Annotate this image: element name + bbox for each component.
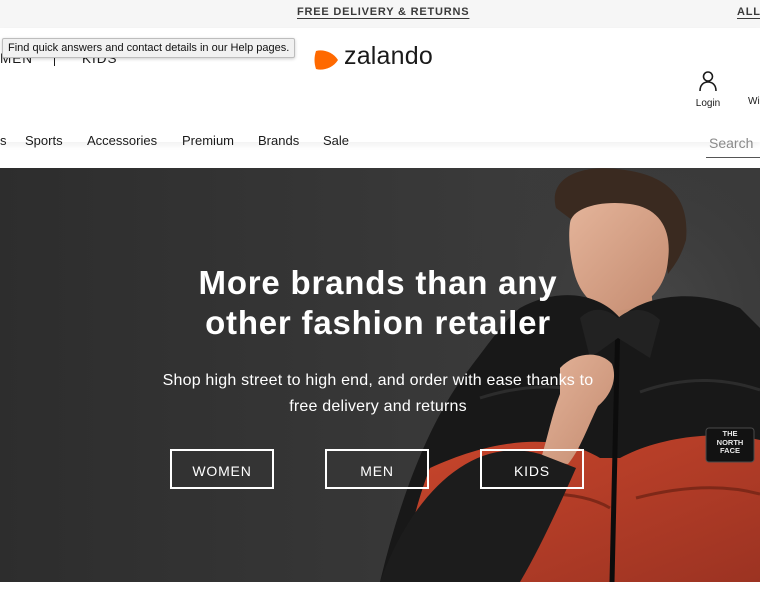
hero-banner[interactable]: THE NORTH FACE More brands than any othe… [0,168,760,582]
patch-line-3: FACE [719,446,740,455]
jacket-logo-patch: THE NORTH FACE [706,429,754,456]
search-input[interactable] [706,135,760,151]
nav-item-premium[interactable]: Premium [182,133,234,148]
nav-item-brands[interactable]: Brands [258,133,299,148]
zalando-logo-icon [314,50,338,70]
hero-title-line-1: More brands than any [198,264,558,301]
hero-title: More brands than any other fashion retai… [128,263,628,343]
zalando-logo[interactable]: zalando [314,42,454,74]
nav-item-sale[interactable]: Sale [323,133,349,148]
login-button[interactable]: Login [692,70,724,109]
hero-subtitle-line-1: Shop high street to high end, and order … [162,372,594,389]
shop-men-button[interactable]: MEN [325,449,429,489]
user-icon [699,71,717,92]
search-box[interactable] [706,135,760,158]
shop-kids-button[interactable]: KIDS [480,449,584,489]
nav-item-sports[interactable]: Sports [25,133,63,148]
free-delivery-link[interactable]: FREE DELIVERY & RETURNS [297,6,469,18]
all-link[interactable]: ALL [737,6,760,18]
hero-title-line-2: other fashion retailer [205,304,551,341]
hero-subtitle-line-2: free delivery and returns [289,398,467,415]
login-label: Login [695,98,721,109]
nav-item-truncated[interactable]: s [0,133,7,148]
help-tooltip: Find quick answers and contact details i… [2,38,296,58]
top-promo-bar: FREE DELIVERY & RETURNS ALL [0,0,760,28]
hero-subtitle: Shop high street to high end, and order … [128,368,628,420]
logo-text: zalando [344,42,433,70]
wishlist-label[interactable]: Wi [748,96,760,107]
nav-item-accessories[interactable]: Accessories [87,133,157,148]
shop-women-button[interactable]: WOMEN [170,449,274,489]
page-content-start [0,582,760,600]
